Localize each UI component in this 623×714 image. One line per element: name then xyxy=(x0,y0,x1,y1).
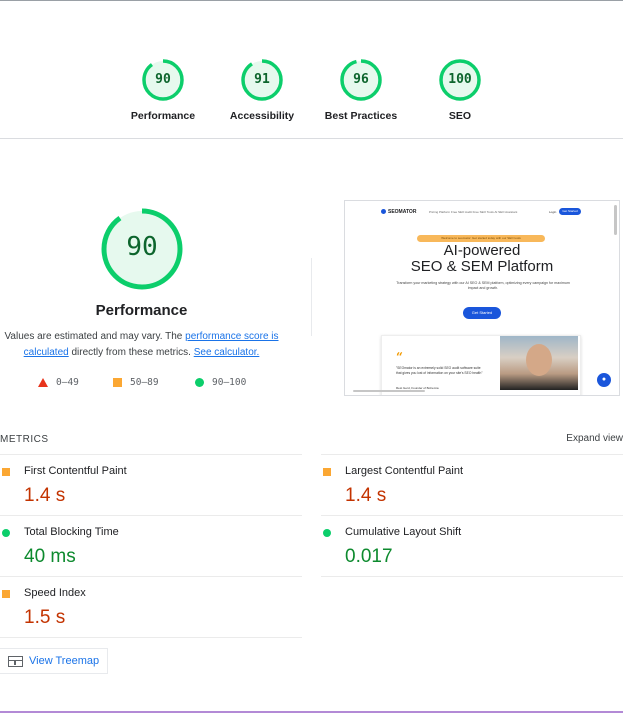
metric-divider xyxy=(321,576,623,577)
metric-name: Largest Contentful Paint xyxy=(345,465,464,477)
legend-average: 50–89 xyxy=(113,377,159,388)
metric-total-blocking-time: Total Blocking Time 40 ms xyxy=(0,515,302,577)
site-nav-links: Pricing Platform Free SEO Audit Free SEO… xyxy=(429,210,518,214)
seo-score: 100 xyxy=(448,72,472,87)
vertical-divider xyxy=(311,258,312,336)
site-login: Login xyxy=(549,210,557,214)
view-treemap-button[interactable]: View Treemap xyxy=(0,648,109,674)
pass-circle-icon xyxy=(323,529,331,537)
gauge-seo[interactable]: 100 SEO xyxy=(405,58,515,122)
logo-mark-icon xyxy=(381,209,386,215)
metric-name: First Contentful Paint xyxy=(24,465,127,477)
thumbnail-scrollbar xyxy=(614,205,617,235)
accessibility-label: Accessibility xyxy=(229,110,295,122)
metric-value: 1.4 s xyxy=(24,485,66,506)
quote-icon: “ xyxy=(396,350,403,364)
metric-value: 40 ms xyxy=(24,546,76,567)
site-logo: SEOMATOR xyxy=(381,209,416,215)
site-headline: AI-powered SEO & SEM Platform xyxy=(410,242,554,275)
gauge-best-practices[interactable]: 96 Best Practices xyxy=(306,58,416,122)
legend-average-range: 50–89 xyxy=(130,377,159,388)
person-face xyxy=(526,344,552,376)
site-subtitle: Transform your marketing strategy with o… xyxy=(396,281,570,290)
metric-first-contentful-paint: First Contentful Paint 1.4 s xyxy=(0,454,302,516)
pass-circle-icon xyxy=(2,529,10,537)
performance-heading: Performance xyxy=(95,302,188,319)
performance-big-score: 90 xyxy=(126,232,158,262)
final-screenshot[interactable]: SEOMATOR Pricing Platform Free SEO Audit… xyxy=(344,200,620,396)
chat-bubble-icon: ● xyxy=(597,373,611,387)
note-mid: directly from these metrics. xyxy=(68,347,194,358)
site-nav-cta: Get Started xyxy=(559,208,581,215)
pass-circle-icon xyxy=(195,378,204,387)
metrics-header: METRICS xyxy=(0,434,49,445)
metric-value: 1.4 s xyxy=(345,485,387,506)
category-summary: 90 Performance 91 Accessibility 96 Best … xyxy=(0,1,623,139)
note-prefix: Values are estimated and may vary. The xyxy=(4,331,186,342)
metric-name: Cumulative Layout Shift xyxy=(345,526,462,538)
expand-view-toggle[interactable]: Expand view xyxy=(566,433,623,444)
testimonial-text: "SEOmator is an extremely solid SEO audi… xyxy=(396,366,483,375)
legend-fail-range: 0–49 xyxy=(56,377,79,388)
best-practices-score: 96 xyxy=(353,72,369,87)
average-square-icon xyxy=(323,468,331,476)
treemap-icon xyxy=(8,655,23,667)
see-calculator-link[interactable]: See calculator. xyxy=(194,347,260,358)
average-square-icon xyxy=(113,378,122,387)
thumbnail-hscrollbar xyxy=(353,390,425,392)
score-note: Values are estimated and may vary. The p… xyxy=(0,329,283,361)
accessibility-score: 91 xyxy=(254,72,270,87)
metric-name: Speed Index xyxy=(24,587,86,599)
average-square-icon xyxy=(2,590,10,598)
view-treemap-label: View Treemap xyxy=(29,655,100,667)
best-practices-label: Best Practices xyxy=(324,110,398,122)
legend-pass-range: 90–100 xyxy=(212,377,247,388)
metric-name: Total Blocking Time xyxy=(24,526,119,538)
gauge-accessibility[interactable]: 91 Accessibility xyxy=(207,58,317,122)
site-announcement-pill: Welcome to seomator: Get started today w… xyxy=(417,235,545,242)
testimonial-photo xyxy=(500,336,578,390)
site-nav: SEOMATOR Pricing Platform Free SEO Audit… xyxy=(345,201,619,223)
bottom-accent-line xyxy=(0,711,623,713)
legend-fail: 0–49 xyxy=(38,377,79,388)
fail-triangle-icon xyxy=(38,378,48,387)
site-cta-button: Get Started xyxy=(463,307,501,319)
average-square-icon xyxy=(2,468,10,476)
metric-value: 0.017 xyxy=(345,546,393,567)
metric-value: 1.5 s xyxy=(24,607,66,628)
metric-speed-index: Speed Index 1.5 s xyxy=(0,576,302,638)
seo-label: SEO xyxy=(448,110,472,122)
legend-pass: 90–100 xyxy=(195,377,246,388)
metric-cumulative-layout-shift: Cumulative Layout Shift 0.017 xyxy=(321,515,623,577)
performance-label: Performance xyxy=(130,110,196,122)
gauge-performance[interactable]: 90 Performance xyxy=(108,58,218,122)
metric-divider xyxy=(0,637,302,638)
performance-score: 90 xyxy=(155,72,171,87)
metric-largest-contentful-paint: Largest Contentful Paint 1.4 s xyxy=(321,454,623,516)
testimonial-card: “ "SEOmator is an extremely solid SEO au… xyxy=(381,335,581,395)
